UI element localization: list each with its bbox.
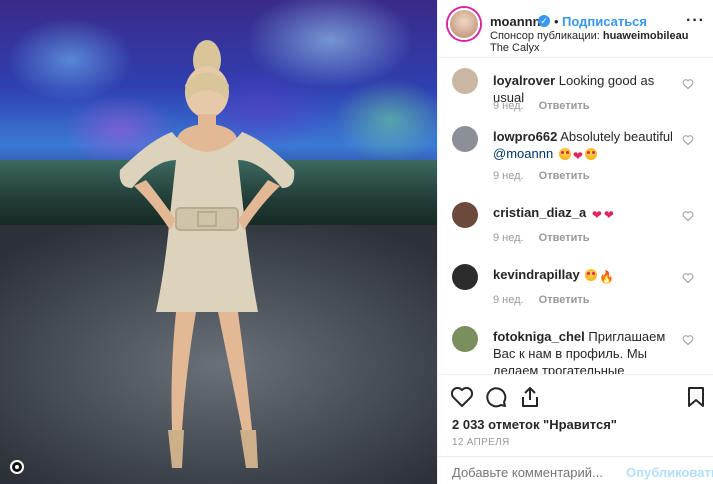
red-heart-emoji-icon: ❤ (603, 208, 614, 222)
fire-emoji-icon: 🔥 (599, 270, 615, 284)
comment-meta: 9 нед. Ответить (493, 170, 590, 182)
heart-eyes-emoji-icon (558, 148, 571, 160)
comment-text: cristian_diaz_a ❤ ❤ (493, 204, 673, 224)
reply-button[interactable]: Ответить (539, 100, 590, 112)
commenter-avatar[interactable] (452, 326, 478, 352)
comment-text: fotokniga_chel Приглашаем Вас к нам в пр… (493, 328, 673, 374)
commenter-username[interactable]: kevindrapillay (493, 267, 580, 282)
comment-input[interactable] (452, 465, 622, 480)
commenter-avatar[interactable] (452, 68, 478, 94)
location-link[interactable]: The Calyx (490, 42, 540, 54)
reply-button[interactable]: Ответить (539, 170, 590, 182)
comment-meta: 9 нед. Ответить (493, 100, 590, 112)
woman-figure-image (119, 40, 295, 468)
red-heart-emoji-icon: ❤ (591, 208, 602, 222)
heart-eyes-emoji-icon (584, 148, 597, 160)
comment-icon[interactable] (484, 385, 508, 409)
comment-like-heart-icon[interactable] (682, 210, 694, 222)
commenter-username[interactable]: loyalrover (493, 73, 555, 88)
heart-eyes-emoji-icon (585, 269, 598, 281)
comment-age: 9 нед. (493, 100, 524, 112)
add-comment-bar: Опубликовать (438, 456, 713, 484)
comment-like-heart-icon[interactable] (682, 272, 694, 284)
likes-count[interactable]: 2 033 отметок "Нравится" (452, 417, 617, 432)
author-avatar[interactable] (448, 8, 480, 40)
post-details-panel: moannn ✓ • Подписаться Спонсор публикаци… (437, 0, 713, 484)
commenter-avatar[interactable] (452, 264, 478, 290)
comment-like-heart-icon[interactable] (682, 134, 694, 146)
comment-text: kevindrapillay 🔥 (493, 266, 673, 286)
tagged-users-icon[interactable] (10, 460, 24, 474)
separator-dot: • (554, 14, 559, 29)
comment-age: 9 нед. (493, 232, 524, 244)
commenter-username[interactable]: lowpro662 (493, 129, 557, 144)
post-header: moannn ✓ • Подписаться Спонсор публикаци… (438, 0, 713, 58)
comment-text: lowpro662 Absolutely beautiful @moannn ❤ (493, 128, 673, 165)
more-options-icon[interactable]: ··· (686, 12, 705, 30)
comment-age: 9 нед. (493, 294, 524, 306)
commenter-avatar[interactable] (452, 126, 478, 152)
comments-list[interactable]: loyalrover Looking good as usual 9 нед. … (438, 58, 713, 374)
comment-like-heart-icon[interactable] (682, 78, 694, 90)
post-photo[interactable] (0, 0, 437, 484)
commenter-username[interactable]: cristian_diaz_a (493, 205, 586, 220)
follow-button[interactable]: Подписаться (562, 14, 647, 29)
sponsor-line: Спонсор публикации: huaweimobileau (490, 30, 688, 42)
verified-badge-icon: ✓ (538, 15, 550, 27)
reply-button[interactable]: Ответить (539, 232, 590, 244)
publish-button[interactable]: Опубликовать (626, 465, 713, 480)
commenter-avatar[interactable] (452, 202, 478, 228)
comment-meta: 9 нед. Ответить (493, 232, 590, 244)
sponsor-name[interactable]: huaweimobileau (603, 30, 689, 42)
comment-like-heart-icon[interactable] (682, 334, 694, 346)
red-heart-emoji-icon: ❤ (572, 149, 583, 163)
heart-icon[interactable] (450, 385, 474, 409)
comment-age: 9 нед. (493, 170, 524, 182)
commenter-username[interactable]: fotokniga_chel (493, 329, 585, 344)
comment-body: Absolutely beautiful (560, 129, 673, 144)
share-icon[interactable] (518, 385, 542, 409)
reply-button[interactable]: Ответить (539, 294, 590, 306)
post-date[interactable]: 12 АПРЕЛЯ (452, 437, 509, 448)
sponsor-prefix: Спонсор публикации: (490, 30, 600, 42)
comment-mention[interactable]: @moannn (493, 146, 553, 161)
comment-meta: 9 нед. Ответить (493, 294, 590, 306)
author-username[interactable]: moannn (490, 14, 541, 29)
bookmark-icon[interactable] (684, 385, 708, 409)
